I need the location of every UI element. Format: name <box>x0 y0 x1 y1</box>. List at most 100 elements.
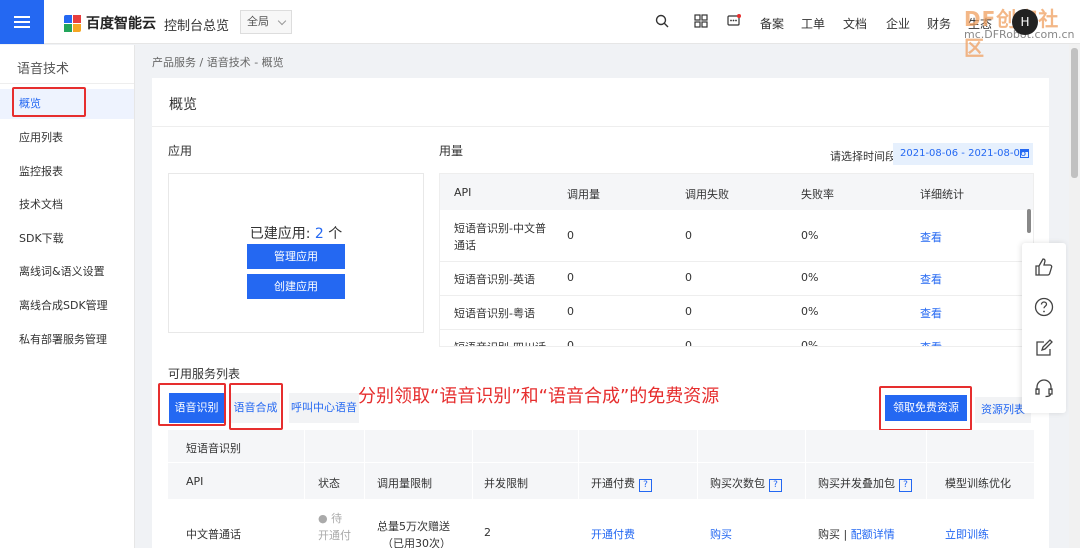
headset-support-icon[interactable] <box>1034 378 1054 398</box>
quota-detail-link[interactable]: 配额详情 <box>851 528 895 541</box>
sidebar-item-offline-sdk[interactable]: 离线合成SDK管理 <box>0 291 134 321</box>
services-header-concurrency: 并发限制 <box>484 477 528 490</box>
date-range-picker[interactable]: 2021-08-06 - 2021-08-06 <box>893 143 1033 165</box>
sidebar-item-offline-words[interactable]: 离线词&语义设置 <box>0 257 134 287</box>
grid-apps-icon[interactable] <box>694 14 708 28</box>
usage-section-title: 用量 <box>439 144 464 158</box>
train-now-link[interactable]: 立即训练 <box>945 526 989 542</box>
column-divider <box>805 430 806 499</box>
nav-enterprise[interactable]: 企业 <box>886 15 910 32</box>
manage-apps-button[interactable]: 管理应用 <box>247 244 345 269</box>
services-table: 短语音识别 API 状态 调用量限制 并发限制 开通付费? 购买次数包? 购买并… <box>168 430 1034 548</box>
date-range-value: 2021-08-06 - 2021-08-06 <box>900 148 1027 159</box>
row-divider <box>440 329 1033 330</box>
top-bar: 百度智能云 控制台总览 全局 备案 工单 文档 企业 财务 生态 DF创客社区 … <box>0 0 1080 60</box>
search-icon[interactable] <box>655 14 669 28</box>
annotation-text: 分别领取“语音识别”和“语音合成”的免费资源 <box>358 386 720 407</box>
usage-header-fails: 调用失败 <box>685 188 729 201</box>
nav-ticket[interactable]: 工单 <box>801 15 825 32</box>
help-icon[interactable]: ? <box>899 479 912 492</box>
column-divider <box>578 430 579 499</box>
enable-payment-link[interactable]: 开通付费 <box>591 526 635 542</box>
buy-concurrency-text[interactable]: 购买 <box>818 528 840 541</box>
avatar[interactable]: H <box>1012 9 1038 35</box>
table-row-rate: 0% <box>801 271 819 284</box>
table-row-fails: 0 <box>685 339 692 347</box>
brand-logo-icon <box>64 14 81 32</box>
table-row-rate: 0% <box>801 229 819 242</box>
region-value: 全局 <box>247 15 269 28</box>
sidebar-item-app-list[interactable]: 应用列表 <box>0 123 134 153</box>
table-row-api: 短语音识别-粤语 <box>454 307 535 320</box>
brand-name: 百度智能云 <box>86 16 156 32</box>
usage-table: API 调用量 调用失败 失败率 详细统计 短语音识别-中文普 通话 0 0 0… <box>439 173 1034 347</box>
page-scrollbar-thumb[interactable] <box>1071 48 1078 178</box>
calendar-icon <box>1020 149 1029 158</box>
buy-concurrency-cell: 购买 | 配额详情 <box>818 528 895 541</box>
services-row-concurrency: 2 <box>484 526 491 539</box>
hamburger-icon <box>14 21 30 23</box>
sidebar-divider <box>0 83 134 84</box>
view-detail-link[interactable]: 查看 <box>920 271 942 287</box>
table-row-fails: 0 <box>685 229 692 242</box>
table-row-calls: 0 <box>567 305 574 318</box>
table-row-calls: 0 <box>567 271 574 284</box>
page-title: 概览 <box>169 97 197 113</box>
table-row-fails: 0 <box>685 271 692 284</box>
services-row-quota-used: （已用30次） <box>382 537 451 548</box>
column-divider <box>697 430 698 499</box>
thumbs-up-icon[interactable] <box>1034 257 1054 277</box>
app-count-unit: 个 <box>323 226 343 242</box>
sidebar-title: 语音技术 <box>17 62 70 77</box>
sidebar-item-tech-docs[interactable]: 技术文档 <box>0 190 134 220</box>
usage-header-api: API <box>454 186 472 199</box>
table-row-rate: 0% <box>801 305 819 318</box>
app-summary-card: 已建应用: 2 个 管理应用 创建应用 <box>168 173 424 333</box>
services-header-api: API <box>186 475 204 488</box>
create-app-button[interactable]: 创建应用 <box>247 274 345 299</box>
message-icon[interactable] <box>727 14 741 28</box>
app-section-title: 应用 <box>168 144 193 158</box>
view-detail-link[interactable]: 查看 <box>920 305 942 321</box>
view-detail-link[interactable]: 查看 <box>920 229 942 245</box>
region-select[interactable]: 全局 <box>240 10 292 34</box>
help-icon[interactable]: ? <box>769 479 782 492</box>
highlight-box-synthesis <box>229 383 283 430</box>
services-header-buy-concurrency-label: 购买并发叠加包 <box>818 477 895 490</box>
tab-call-center[interactable]: 呼叫中心语音 <box>289 393 359 423</box>
table-row-calls: 0 <box>567 229 574 242</box>
app-count-number: 2 <box>314 226 324 242</box>
usage-table-scrollbar[interactable] <box>1027 209 1031 233</box>
sidebar-item-sdk-download[interactable]: SDK下载 <box>0 224 134 254</box>
sidebar-item-monitor[interactable]: 监控报表 <box>0 157 134 187</box>
nav-finance[interactable]: 财务 <box>927 15 951 32</box>
table-row-api-cont: 通话 <box>454 239 476 252</box>
menu-button[interactable] <box>0 0 44 44</box>
table-row-fails: 0 <box>685 305 692 318</box>
column-divider <box>472 430 473 499</box>
nav-filing[interactable]: 备案 <box>760 15 784 32</box>
highlight-box-recognition <box>158 383 226 426</box>
services-header-pay: 开通付费? <box>591 475 652 492</box>
services-row-status: ● 待 <box>318 512 343 525</box>
edit-feedback-icon[interactable] <box>1034 338 1054 358</box>
nav-docs[interactable]: 文档 <box>843 15 867 32</box>
app-count-label: 已建应用: <box>249 226 315 242</box>
services-group-title: 短语音识别 <box>186 442 241 455</box>
help-icon[interactable]: ? <box>639 479 652 492</box>
buy-package-link[interactable]: 购买 <box>710 526 732 542</box>
usage-header-detail: 详细统计 <box>920 188 964 201</box>
services-header-quota: 调用量限制 <box>377 477 432 490</box>
page-scrollbar[interactable] <box>1069 44 1080 548</box>
services-header-buy-label: 购买次数包 <box>710 477 765 490</box>
services-header-train: 模型训练优化 <box>945 477 1011 490</box>
brand-logo[interactable]: 百度智能云 <box>64 13 156 33</box>
console-overview-link[interactable]: 控制台总览 <box>164 15 229 34</box>
usage-header-calls: 调用量 <box>567 188 600 201</box>
column-divider <box>364 430 365 499</box>
help-circle-icon[interactable] <box>1034 297 1054 317</box>
date-range-label: 请选择时间段 <box>830 150 896 163</box>
column-divider <box>304 430 305 499</box>
view-detail-link[interactable]: 查看 <box>920 339 942 346</box>
sidebar-item-private-deploy[interactable]: 私有部署服务管理 <box>0 325 134 355</box>
